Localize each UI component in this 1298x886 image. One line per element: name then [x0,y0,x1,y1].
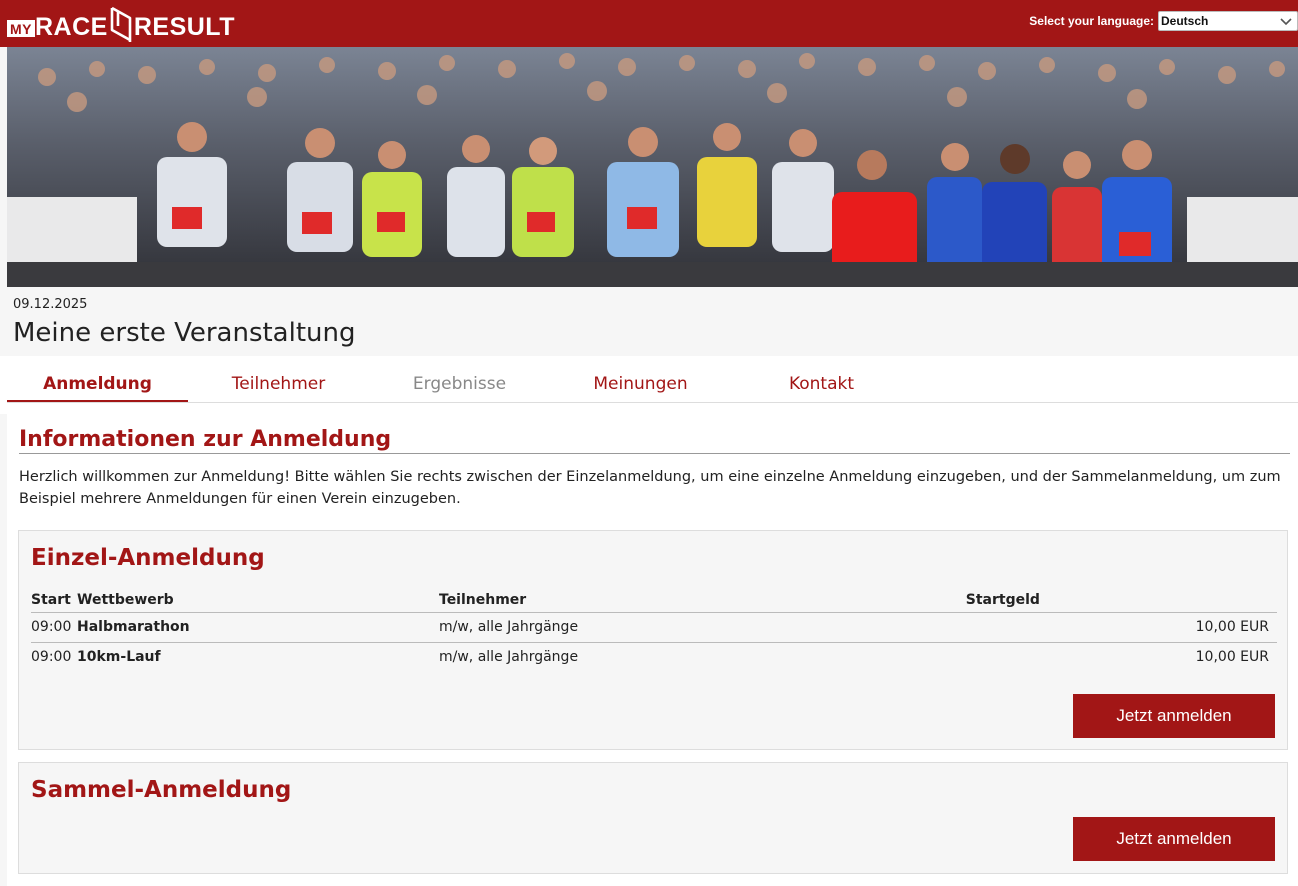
row-start-time: 09:00 [31,649,72,665]
language-selector: Select your language: Deutsch [1029,11,1298,31]
column-header-start: Start [31,589,77,613]
event-tabs: Anmeldung Teilnehmer Ergebnisse Meinunge… [7,356,1298,403]
language-selected-value: Deutsch [1161,14,1209,28]
runners-photo [7,47,1298,287]
myraceresult-logo[interactable]: MY RACE RESULT [7,4,235,44]
table-row: 09:00 10km-Lauf m/w, alle Jahrgänge 10,0… [31,643,1277,673]
logo-race-text: RACE [35,12,108,41]
logo-result-text: RESULT [133,12,235,41]
tab-meinungen[interactable]: Meinungen [550,356,731,402]
info-title: Informationen zur Anmeldung [19,427,1290,454]
tab-ergebnisse[interactable]: Ergebnisse [369,356,550,402]
logo-my-badge: MY [7,19,35,37]
logo-mark-icon [110,6,132,42]
event-date: 09.12.2025 [13,297,88,312]
group-registration-title: Sammel-Anmeldung [31,777,292,803]
single-register-button[interactable]: Jetzt anmelden [1073,694,1275,738]
group-register-button[interactable]: Jetzt anmelden [1073,817,1275,861]
column-header-participants: Teilnehmer [439,589,966,613]
column-header-fee: Startgeld [965,589,1277,613]
table-row: 09:00 Halbmarathon m/w, alle Jahrgänge 1… [31,612,1277,643]
language-label: Select your language: [1029,14,1154,28]
row-competition: Halbmarathon [77,612,439,643]
row-participants: m/w, alle Jahrgänge [439,649,579,665]
row-fee: 10,00 EUR [1195,649,1269,665]
top-bar: MY RACE RESULT Select your language: Deu… [0,0,1298,47]
info-text: Herzlich willkommen zur Anmeldung! Bitte… [19,469,1281,507]
row-competition: 10km-Lauf [77,649,161,665]
registration-content: Informationen zur Anmeldung Herzlich wil… [7,414,1298,886]
tab-anmeldung[interactable]: Anmeldung [7,356,188,402]
tab-kontakt[interactable]: Kontakt [731,356,912,402]
table-header-row: Start Wettbewerb Teilnehmer Startgeld [31,589,1277,613]
group-registration-box: Sammel-Anmeldung Jetzt anmelden [18,762,1288,874]
event-title: Meine erste Veranstaltung [13,318,356,348]
language-select[interactable]: Deutsch [1158,11,1298,31]
row-fee: 10,00 EUR [965,612,1277,643]
tab-teilnehmer[interactable]: Teilnehmer [188,356,369,402]
event-banner-image [7,47,1298,287]
single-registration-box: Einzel-Anmeldung Start Wettbewerb Teilne… [18,530,1288,750]
row-participants: m/w, alle Jahrgänge [439,612,966,643]
chevron-down-icon [1280,18,1292,26]
row-start-time: 09:00 [31,612,77,643]
single-registration-title: Einzel-Anmeldung [31,545,265,571]
column-header-competition: Wettbewerb [77,589,439,613]
competitions-table: Start Wettbewerb Teilnehmer Startgeld 09… [31,589,1277,672]
